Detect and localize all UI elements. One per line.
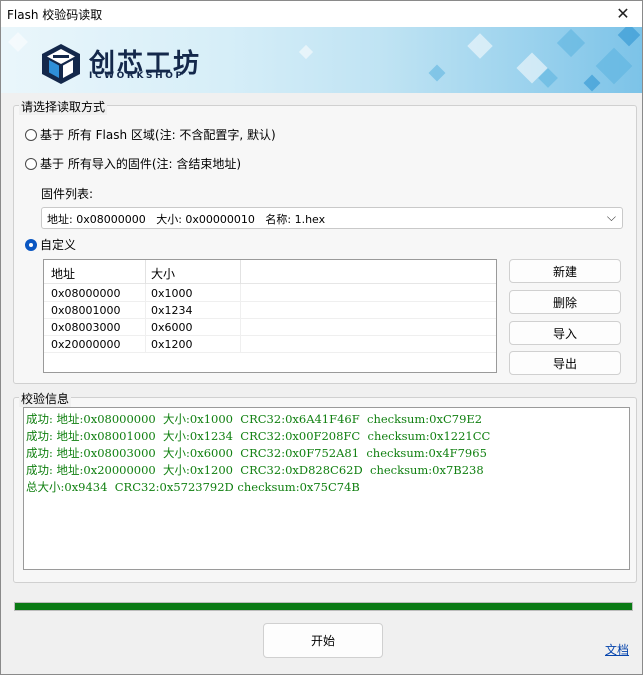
cell-size: 0x1234 bbox=[151, 304, 193, 317]
radio-imported-firmware[interactable]: 基于 所有导入的固件(注: 含结束地址) bbox=[25, 155, 241, 172]
verify-log-textbox[interactable]: 成功: 地址:0x08000000 大小:0x1000 CRC32:0x6A41… bbox=[23, 407, 630, 570]
read-mode-group-title: 请选择读取方式 bbox=[19, 98, 108, 115]
radio-all-flash[interactable]: 基于 所有 Flash 区域(注: 不含配置字, 默认) bbox=[25, 126, 276, 143]
new-button[interactable]: 新建 bbox=[509, 259, 621, 283]
cell-size: 0x6000 bbox=[151, 321, 193, 334]
radio-imported-firmware-label: 基于 所有导入的固件(注: 含结束地址) bbox=[40, 157, 242, 171]
export-button[interactable]: 导出 bbox=[509, 351, 621, 375]
radio-all-flash-label: 基于 所有 Flash 区域(注: 不含配置字, 默认) bbox=[40, 128, 276, 142]
docs-link[interactable]: 文档 bbox=[605, 641, 629, 658]
table-row[interactable]: 0x08001000 0x1234 bbox=[44, 302, 496, 319]
brand-logo-icon bbox=[42, 44, 80, 84]
brand-name-en: ICWORKSHOP bbox=[89, 71, 185, 81]
firmware-list-label: 固件列表: bbox=[41, 187, 94, 201]
column-header-size[interactable]: 大小 bbox=[151, 265, 175, 282]
table-row[interactable]: 0x08003000 0x6000 bbox=[44, 319, 496, 336]
app-window: Flash 校验码读取 ✕ 创芯工坊 ICWORKSHOP 请选择读取方式 基于… bbox=[0, 0, 643, 675]
log-line: 成功: 地址:0x08003000 大小:0x6000 CRC32:0x0F75… bbox=[26, 446, 487, 460]
radio-custom-indicator[interactable] bbox=[25, 238, 37, 251]
cell-address: 0x20000000 bbox=[51, 338, 121, 351]
radio-imported-firmware-indicator[interactable] bbox=[25, 157, 37, 170]
firmware-select-value: 地址: 0x08000000 大小: 0x00000010 名称: 1.hex bbox=[47, 213, 326, 226]
close-icon[interactable]: ✕ bbox=[612, 3, 634, 25]
column-header-address[interactable]: 地址 bbox=[51, 265, 75, 282]
title-bar: Flash 校验码读取 ✕ bbox=[1, 1, 642, 27]
radio-custom[interactable]: 自定义 bbox=[25, 236, 76, 253]
log-line: 成功: 地址:0x08000000 大小:0x1000 CRC32:0x6A41… bbox=[26, 412, 483, 426]
chevron-down-icon[interactable]: ⌵ bbox=[607, 210, 616, 225]
table-header: 地址 大小 bbox=[44, 260, 496, 284]
custom-range-table[interactable]: 地址 大小 0x08000000 0x1000 0x08001000 0x123… bbox=[43, 259, 497, 373]
log-line: 成功: 地址:0x20000000 大小:0x1200 CRC32:0xD828… bbox=[26, 463, 484, 477]
radio-all-flash-indicator[interactable] bbox=[25, 128, 37, 141]
radio-custom-label: 自定义 bbox=[40, 238, 77, 252]
cell-address: 0x08001000 bbox=[51, 304, 121, 317]
column-separator[interactable] bbox=[240, 260, 241, 284]
cell-size: 0x1200 bbox=[151, 338, 193, 351]
cell-address: 0x08000000 bbox=[51, 287, 121, 300]
firmware-select[interactable]: 地址: 0x08000000 大小: 0x00000010 名称: 1.hex … bbox=[41, 207, 623, 229]
start-button[interactable]: 开始 bbox=[263, 623, 383, 658]
log-line: 成功: 地址:0x08001000 大小:0x1234 CRC32:0x00F2… bbox=[26, 429, 491, 443]
cell-size: 0x1000 bbox=[151, 287, 193, 300]
progress-bar-fill bbox=[15, 603, 632, 610]
import-button[interactable]: 导入 bbox=[509, 321, 621, 345]
column-separator[interactable] bbox=[145, 260, 146, 284]
table-row[interactable]: 0x20000000 0x1200 bbox=[44, 336, 496, 353]
verify-info-group-title: 校验信息 bbox=[19, 390, 72, 407]
log-line: 总大小:0x9434 CRC32:0x5723792D checksum:0x7… bbox=[26, 480, 360, 494]
cell-address: 0x08003000 bbox=[51, 321, 121, 334]
window-title: Flash 校验码读取 bbox=[7, 8, 103, 22]
progress-bar bbox=[14, 602, 633, 611]
delete-button[interactable]: 删除 bbox=[509, 290, 621, 314]
table-row[interactable]: 0x08000000 0x1000 bbox=[44, 285, 496, 302]
